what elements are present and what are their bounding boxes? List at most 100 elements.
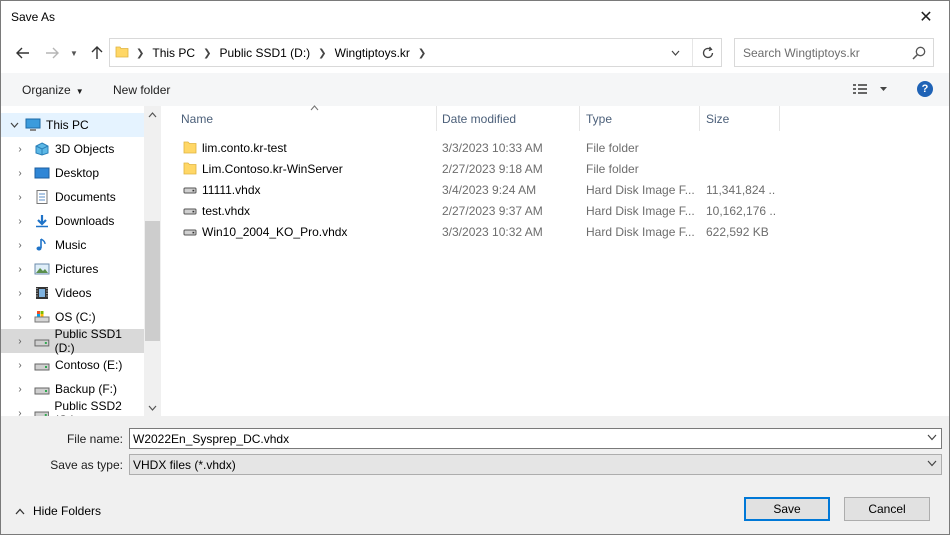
chevron-right-icon[interactable]: › — [13, 264, 27, 275]
column-header-date[interactable]: Date modified — [436, 106, 580, 131]
back-arrow-icon[interactable] — [12, 42, 34, 64]
chevron-down-icon[interactable] — [7, 120, 21, 131]
organize-button[interactable]: Organize ▼ — [22, 83, 84, 97]
sidebar-item-public-ssd1[interactable]: › Public SSD1 (D:) — [1, 327, 144, 355]
chevron-right-icon[interactable]: › — [13, 408, 27, 417]
sidebar-item-this-pc[interactable]: This PC — [1, 113, 144, 137]
column-header-name[interactable]: Name — [175, 105, 437, 131]
breadcrumb-item-drive[interactable]: Public SSD1 (D:) — [219, 46, 310, 60]
chevron-right-icon[interactable]: ❯ — [203, 48, 211, 59]
sidebar-item-label: Backup (F:) — [55, 382, 118, 396]
chevron-right-icon[interactable]: › — [13, 312, 27, 323]
chevron-right-icon[interactable]: › — [13, 240, 27, 251]
cancel-button[interactable]: Cancel — [844, 497, 930, 521]
chevron-right-icon[interactable]: › — [13, 360, 27, 371]
chevron-down-icon[interactable] — [927, 459, 937, 469]
file-type: Hard Disk Image F... — [586, 204, 695, 218]
chevron-right-icon[interactable]: ❯ — [318, 48, 326, 59]
address-history-dropdown[interactable] — [664, 44, 686, 62]
sidebar-item-downloads[interactable]: › Downloads — [1, 209, 144, 233]
file-type: Hard Disk Image F... — [586, 183, 695, 197]
view-options-icon[interactable] — [853, 83, 889, 98]
chevron-right-icon[interactable]: › — [13, 216, 27, 227]
search-icon[interactable] — [911, 45, 927, 61]
column-header-type[interactable]: Type — [580, 106, 700, 131]
sidebar-item-contoso[interactable]: › Contoso (E:) — [1, 353, 144, 377]
column-header-size[interactable]: Size — [700, 106, 780, 131]
sidebar-item-pictures[interactable]: › Pictures — [1, 257, 144, 281]
sidebar-item-label: This PC — [46, 118, 89, 132]
help-icon[interactable]: ? — [917, 81, 933, 97]
scroll-down-arrow-icon[interactable] — [144, 399, 161, 416]
chevron-right-icon[interactable]: ❯ — [418, 48, 426, 59]
file-date: 3/3/2023 10:33 AM — [442, 141, 543, 155]
chevron-right-icon[interactable]: › — [13, 384, 27, 395]
sidebar-item-label: OS (C:) — [55, 310, 96, 324]
save-type-value: VHDX files (*.vhdx) — [133, 458, 236, 472]
downloads-icon — [36, 215, 48, 228]
save-type-label: Save as type: — [50, 458, 123, 472]
chevron-right-icon: ❯ — [136, 47, 145, 59]
file-date: 3/4/2023 9:24 AM — [442, 183, 537, 197]
sidebar-item-os-drive[interactable]: › OS (C:) — [1, 305, 144, 329]
refresh-icon[interactable] — [692, 39, 722, 66]
address-bar[interactable]: ❯ This PC ❯ Public SSD1 (D:) ❯ Wingtipto… — [109, 38, 722, 67]
drive-icon — [34, 339, 50, 347]
new-folder-button[interactable]: New folder — [113, 83, 170, 97]
sidebar-item-documents[interactable]: › Documents — [1, 185, 144, 209]
chevron-right-icon[interactable]: › — [13, 192, 27, 203]
file-row[interactable]: 11111.vhdx 3/4/2023 9:24 AM Hard Disk Im… — [166, 179, 949, 200]
file-name: 11111.vhdx — [202, 183, 261, 197]
sidebar-item-label: Downloads — [55, 214, 115, 228]
file-row[interactable]: lim.conto.kr-test 3/3/2023 10:33 AM File… — [166, 137, 949, 158]
scroll-up-arrow-icon[interactable] — [144, 106, 161, 123]
file-type: Hard Disk Image F... — [586, 225, 695, 239]
pictures-icon — [34, 263, 50, 275]
sidebar-item-videos[interactable]: › Videos — [1, 281, 144, 305]
videos-icon — [36, 287, 48, 299]
computer-icon — [25, 118, 41, 131]
chevron-right-icon[interactable]: › — [13, 144, 27, 155]
search-input[interactable]: Search Wingtiptoys.kr — [734, 38, 934, 67]
save-button[interactable]: Save — [744, 497, 830, 521]
sidebar-item-label: Documents — [55, 190, 116, 204]
file-row[interactable]: Lim.Contoso.kr-WinServer 2/27/2023 9:18 … — [166, 158, 949, 179]
save-type-select[interactable]: VHDX files (*.vhdx) — [129, 454, 942, 475]
up-arrow-icon[interactable] — [86, 42, 108, 64]
caret-down-icon: ▼ — [75, 87, 84, 96]
sidebar-item-label: 3D Objects — [55, 142, 115, 156]
sidebar-item-label: Desktop — [55, 166, 100, 180]
navigation-bar: ▼ ❯ This PC ❯ Public SSD1 (D:) ❯ Wingtip… — [1, 33, 949, 73]
sidebar-item-desktop[interactable]: › Desktop — [1, 161, 144, 185]
sidebar-item-label: Pictures — [55, 262, 99, 276]
file-size: 10,162,176 ... — [706, 204, 776, 218]
file-name-field[interactable]: W2022En_Sysprep_DC.vhdx — [129, 428, 942, 449]
sidebar-item-label: Videos — [55, 286, 92, 300]
chevron-right-icon[interactable]: › — [13, 288, 27, 299]
chevron-right-icon[interactable]: › — [13, 168, 27, 179]
chevron-down-icon[interactable] — [927, 433, 937, 443]
breadcrumb-item-this-pc[interactable]: This PC — [152, 46, 195, 60]
scroll-thumb[interactable] — [145, 221, 160, 341]
file-row[interactable]: test.vhdx 2/27/2023 9:37 AM Hard Disk Im… — [166, 200, 949, 221]
sidebar-item-music[interactable]: › Music — [1, 233, 144, 257]
hide-folders-button[interactable]: Hide Folders — [15, 504, 101, 518]
disk-image-icon — [183, 208, 197, 215]
sidebar-item-3d-objects[interactable]: › 3D Objects — [1, 137, 144, 161]
close-button[interactable]: ✕ — [903, 1, 949, 33]
file-list: Name Date modified Type Size lim.conto.k… — [166, 105, 949, 416]
search-placeholder: Search Wingtiptoys.kr — [743, 46, 860, 60]
disk-image-icon — [183, 187, 197, 194]
sidebar-item-public-ssd2[interactable]: › Public SSD2 (G:) — [1, 399, 144, 417]
file-date: 2/27/2023 9:37 AM — [442, 204, 543, 218]
file-row[interactable]: Win10_2004_KO_Pro.vhdx 3/3/2023 10:32 AM… — [166, 221, 949, 242]
chevron-down-icon[interactable]: ▼ — [63, 42, 85, 64]
chevron-right-icon[interactable]: › — [13, 336, 27, 347]
sidebar-item-backup[interactable]: › Backup (F:) — [1, 377, 144, 401]
drive-icon — [34, 411, 49, 416]
file-date: 2/27/2023 9:18 AM — [442, 162, 543, 176]
forward-arrow-icon[interactable] — [41, 42, 63, 64]
folder-icon — [183, 162, 197, 175]
navigation-scrollbar[interactable] — [144, 106, 161, 416]
breadcrumb-item-folder[interactable]: Wingtiptoys.kr — [335, 46, 410, 60]
